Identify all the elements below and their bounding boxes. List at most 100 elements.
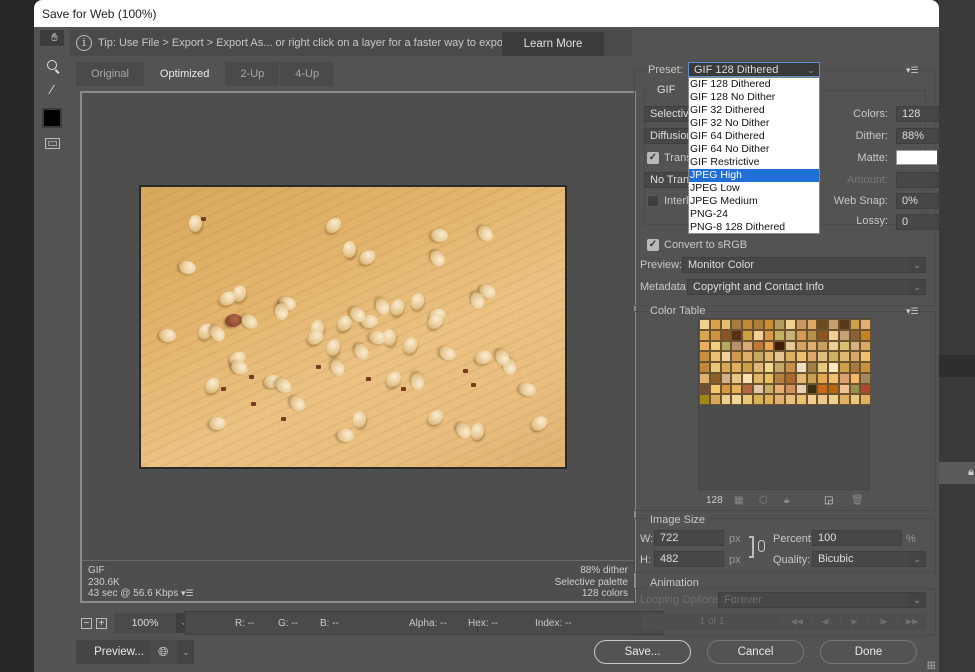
color-swatch[interactable] — [838, 372, 850, 384]
color-swatch[interactable] — [817, 351, 828, 362]
tab-original[interactable]: Original — [76, 62, 144, 86]
color-swatch[interactable] — [752, 340, 764, 352]
color-swatch[interactable] — [720, 383, 732, 395]
color-swatch[interactable] — [699, 372, 710, 384]
color-swatch[interactable] — [817, 340, 828, 352]
preview-canvas[interactable]: GIF 230.6K 43 sec @ 56.6 Kbps ▾☰ 88% dit… — [80, 91, 636, 603]
color-swatch[interactable] — [699, 340, 710, 352]
matte-select[interactable]: ⌄ — [896, 150, 939, 166]
color-swatch[interactable] — [720, 394, 732, 405]
color-swatch[interactable] — [709, 394, 721, 405]
color-swatch[interactable] — [742, 340, 753, 352]
color-swatch[interactable] — [774, 362, 785, 373]
color-swatch[interactable] — [849, 372, 861, 384]
color-swatch[interactable] — [731, 340, 742, 352]
next-frame-button[interactable]: I▶ — [869, 614, 898, 630]
interlaced-checkbox[interactable] — [647, 195, 659, 207]
color-swatch[interactable] — [817, 319, 828, 330]
color-table-menu-icon[interactable]: ▾☰ — [906, 306, 919, 317]
color-swatch[interactable] — [828, 362, 839, 373]
color-swatch[interactable] — [699, 383, 710, 395]
zoom-tool[interactable] — [40, 54, 64, 76]
color-swatch[interactable] — [720, 329, 732, 341]
color-swatch[interactable] — [752, 329, 764, 341]
color-swatch[interactable] — [709, 372, 721, 384]
color-swatch[interactable] — [731, 394, 742, 405]
color-swatch[interactable] — [795, 329, 807, 341]
tab-4-up[interactable]: 4-Up — [280, 62, 335, 86]
color-swatch[interactable] — [785, 340, 796, 352]
lossy-field[interactable]: 0⌄ — [896, 214, 939, 230]
height-field[interactable]: 482 — [654, 551, 724, 567]
color-swatch[interactable] — [849, 394, 861, 405]
lock-color-icon[interactable]: 🔒︎ — [784, 495, 789, 506]
color-swatch[interactable] — [806, 319, 818, 330]
color-swatch[interactable] — [720, 362, 732, 373]
color-swatch[interactable] — [860, 340, 871, 352]
color-swatch[interactable] — [731, 351, 742, 362]
preset-option[interactable]: GIF 128 No Dither — [689, 91, 819, 104]
preset-option[interactable]: JPEG Low — [689, 182, 819, 195]
eyedropper-tool[interactable]: ⁄ — [40, 78, 64, 100]
color-swatch[interactable] — [838, 394, 850, 405]
color-swatch[interactable] — [860, 329, 871, 341]
preset-option[interactable]: GIF 64 No Dither — [689, 143, 819, 156]
color-swatch[interactable] — [838, 329, 850, 341]
color-swatch[interactable] — [699, 394, 710, 405]
preset-option[interactable]: GIF 32 Dithered — [689, 104, 819, 117]
resize-grip[interactable] — [927, 661, 935, 669]
preset-select[interactable]: GIF 128 Dithered ⌄ — [688, 62, 820, 77]
color-swatch[interactable] — [731, 372, 742, 384]
dither-amount-field[interactable]: 88% ⌄ — [896, 128, 939, 144]
color-swatch[interactable] — [806, 383, 818, 395]
color-swatch[interactable] — [709, 340, 721, 352]
color-swatch[interactable] — [849, 319, 861, 330]
color-swatch[interactable] — [806, 394, 818, 405]
toggle-slices-visibility[interactable] — [40, 132, 64, 154]
color-swatch[interactable] — [731, 319, 742, 330]
trash-icon[interactable]: 🗑︎ — [851, 495, 864, 506]
color-swatch[interactable] — [849, 329, 861, 341]
looping-select[interactable]: Forever ⌄ — [718, 592, 926, 608]
color-swatch[interactable] — [838, 340, 850, 352]
color-swatch[interactable] — [785, 383, 796, 395]
color-swatch[interactable] — [860, 394, 871, 405]
optimize-menu-icon[interactable]: ▾☰ — [906, 65, 919, 76]
color-swatch[interactable] — [806, 329, 818, 341]
color-swatch[interactable] — [699, 362, 710, 373]
last-frame-button[interactable]: ▶▶ — [898, 614, 926, 630]
color-swatch[interactable] — [817, 394, 828, 405]
color-swatch[interactable] — [828, 319, 839, 330]
color-swatch[interactable] — [699, 319, 710, 330]
color-swatch[interactable] — [742, 319, 753, 330]
transparency-checkbox[interactable]: ✓ — [647, 152, 659, 164]
color-swatch[interactable] — [785, 319, 796, 330]
color-swatch[interactable] — [860, 351, 871, 362]
color-swatch[interactable] — [860, 372, 871, 384]
percent-field[interactable]: 100 — [812, 530, 902, 546]
color-swatch[interactable] — [774, 383, 785, 395]
color-swatch[interactable] — [731, 329, 742, 341]
zoom-in-button[interactable]: + — [96, 618, 107, 629]
color-swatch[interactable] — [817, 383, 828, 395]
color-swatch[interactable] — [838, 319, 850, 330]
color-swatch[interactable] — [742, 372, 753, 384]
color-swatch[interactable] — [752, 319, 764, 330]
color-swatch[interactable] — [763, 394, 775, 405]
color-swatch[interactable] — [774, 329, 785, 341]
preset-option[interactable]: GIF Restrictive — [689, 156, 819, 169]
save-button[interactable]: Save... — [594, 640, 691, 664]
color-swatch[interactable] — [731, 383, 742, 395]
color-swatch[interactable] — [763, 351, 775, 362]
amount-field[interactable]: ⌄ — [896, 172, 939, 188]
tab-optimized[interactable]: Optimized — [144, 62, 225, 86]
color-swatch[interactable] — [763, 329, 775, 341]
color-swatch[interactable] — [763, 340, 775, 352]
color-swatch[interactable] — [849, 351, 861, 362]
preset-option[interactable]: JPEG High — [689, 169, 819, 182]
color-swatch[interactable] — [785, 329, 796, 341]
convert-srgb-checkbox[interactable]: ✓ — [647, 239, 659, 251]
learn-more-button[interactable]: Learn More — [502, 32, 604, 56]
color-swatch[interactable] — [742, 329, 753, 341]
color-swatch[interactable] — [752, 362, 764, 373]
